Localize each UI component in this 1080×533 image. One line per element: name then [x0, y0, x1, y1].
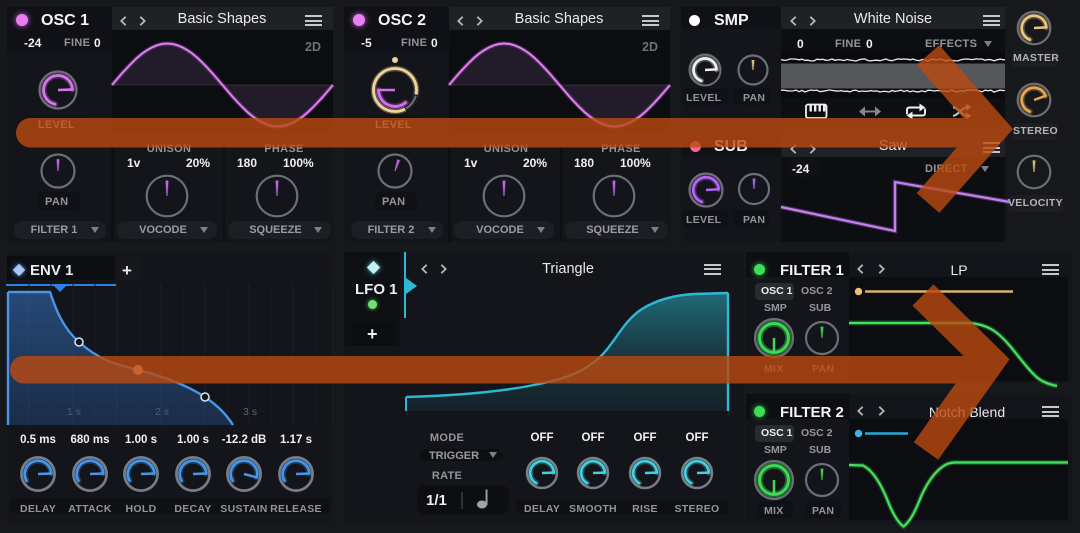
svg-text:3 s: 3 s — [243, 406, 257, 418]
